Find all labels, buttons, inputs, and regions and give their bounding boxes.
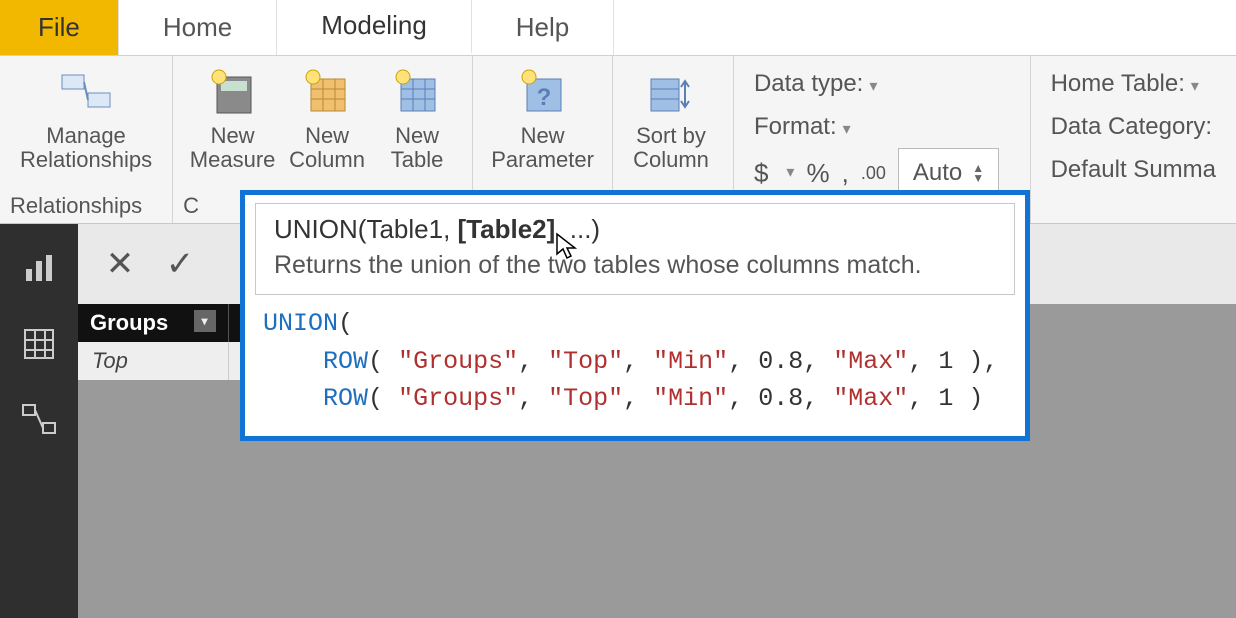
new-measure-button[interactable]: New Measure xyxy=(183,62,282,174)
column-filter-icon[interactable]: ▾ xyxy=(194,310,216,332)
svg-text:?: ? xyxy=(536,84,551,111)
format-label: Format: xyxy=(754,113,837,140)
model-view-button[interactable] xyxy=(19,400,59,440)
new-column-button[interactable]: New Column xyxy=(282,62,372,174)
tab-help[interactable]: Help xyxy=(472,0,614,55)
formula-commit-button[interactable]: ✓ xyxy=(160,244,200,284)
relationships-icon xyxy=(58,64,114,120)
default-summarization-dropdown[interactable]: Default Summa xyxy=(1051,148,1216,191)
chevron-down-icon: ▾ xyxy=(843,121,851,138)
manage-relationships-label: Manage Relationships xyxy=(20,124,152,172)
relationships-group-label: Relationships xyxy=(10,191,162,221)
column-header-groups[interactable]: Groups ▾ xyxy=(78,304,228,342)
intellisense-signature: UNION(Table1, [Table2], ...) xyxy=(274,214,996,245)
decimal-places-value: Auto xyxy=(913,151,962,194)
new-parameter-icon: ? xyxy=(515,64,571,120)
column-header-groups-label: Groups xyxy=(90,310,168,335)
home-table-label: Home Table: xyxy=(1051,70,1185,97)
ribbon-tabbar: File Home Modeling Help xyxy=(0,0,1236,56)
sort-by-column-button[interactable]: Sort by Column xyxy=(623,62,719,174)
chevron-down-icon: ▾ xyxy=(869,78,877,95)
new-column-icon xyxy=(299,64,355,120)
manage-relationships-button[interactable]: Manage Relationships xyxy=(10,62,162,174)
intellisense-description: Returns the union of the two tables whos… xyxy=(274,251,996,280)
view-sidebar xyxy=(0,224,78,618)
data-view-button[interactable] xyxy=(19,324,59,364)
chevron-down-icon: ▾ xyxy=(786,159,794,188)
decimal-button[interactable]: .00 xyxy=(861,157,886,189)
tab-file[interactable]: File xyxy=(0,0,119,55)
report-view-button[interactable] xyxy=(19,248,59,288)
chevron-down-icon: ▾ xyxy=(1191,78,1199,95)
tab-modeling[interactable]: Modeling xyxy=(277,0,472,55)
default-summarization-label: Default Summa xyxy=(1051,156,1216,183)
new-column-label: New Column xyxy=(289,124,365,172)
data-category-dropdown[interactable]: Data Category: xyxy=(1051,105,1216,148)
data-type-label: Data type: xyxy=(754,70,863,97)
spinner-icon[interactable]: ▲▼ xyxy=(972,163,984,183)
new-measure-label: New Measure xyxy=(190,124,276,172)
format-dropdown[interactable]: Format: ▾ xyxy=(754,105,1010,148)
data-type-dropdown[interactable]: Data type: ▾ xyxy=(754,62,1010,105)
new-table-label: New Table xyxy=(391,124,444,172)
new-parameter-button[interactable]: ? New Parameter xyxy=(483,62,602,174)
new-table-icon xyxy=(389,64,445,120)
formula-cancel-button[interactable]: ✕ xyxy=(100,244,140,284)
formula-code[interactable]: UNION( ROW( "Groups", "Top", "Min", 0.8,… xyxy=(245,297,1025,436)
sort-by-column-label: Sort by Column xyxy=(633,124,709,172)
home-table-dropdown[interactable]: Home Table: ▾ xyxy=(1051,62,1216,105)
data-category-label: Data Category: xyxy=(1051,113,1212,140)
tab-home[interactable]: Home xyxy=(119,0,277,55)
new-parameter-label: New Parameter xyxy=(491,124,594,172)
new-table-button[interactable]: New Table xyxy=(372,62,462,174)
sort-icon xyxy=(643,64,699,120)
new-measure-icon xyxy=(205,64,261,120)
intellisense-tooltip: UNION(Table1, [Table2], ...) Returns the… xyxy=(255,203,1015,295)
cell-groups: Top xyxy=(78,342,228,380)
intellisense-popup: UNION(Table1, [Table2], ...) Returns the… xyxy=(240,190,1030,441)
